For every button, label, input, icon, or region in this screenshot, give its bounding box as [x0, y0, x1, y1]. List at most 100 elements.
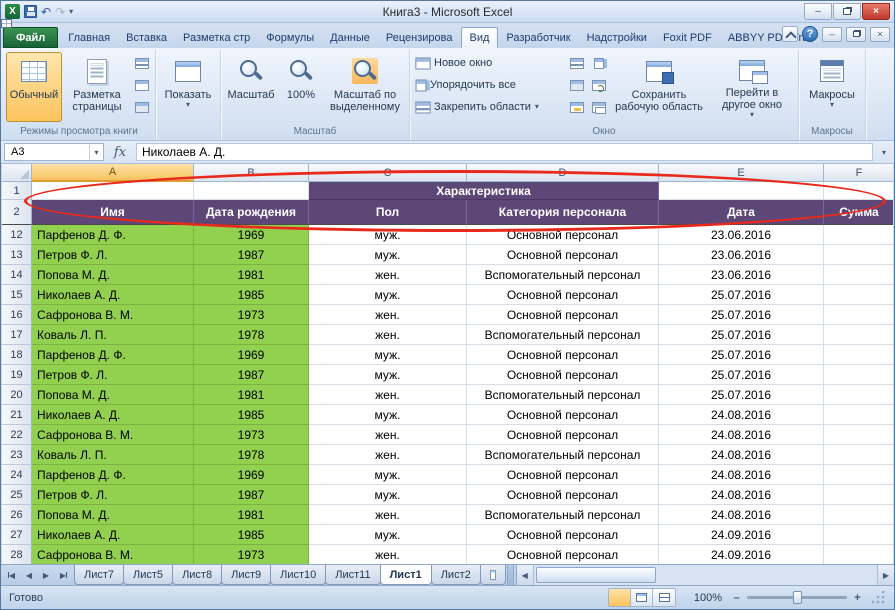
qat-customize-button[interactable]: ▾ [69, 7, 73, 16]
header-birthdate[interactable]: Дата рождения [194, 200, 309, 225]
cell-category[interactable]: Вспомогательный персонал [467, 265, 659, 285]
row-header[interactable]: 1 [2, 182, 32, 200]
sheet-tab[interactable]: Лист5 [123, 565, 173, 585]
cell-sum[interactable] [824, 425, 893, 445]
column-header[interactable]: E [659, 164, 824, 182]
formula-input[interactable]: Николаев А. Д. [136, 143, 873, 161]
help-button[interactable]: ? [802, 26, 818, 42]
header-sex[interactable]: Пол [309, 200, 467, 225]
cell-date[interactable]: 24.08.2016 [659, 405, 824, 425]
full-screen-button[interactable] [132, 98, 152, 117]
cell-sum[interactable] [824, 385, 893, 405]
cell-sum[interactable] [824, 325, 893, 345]
cell-year[interactable]: 1985 [194, 405, 309, 425]
cell-category[interactable]: Основной персонал [467, 425, 659, 445]
page-layout-shortcut[interactable] [631, 589, 653, 606]
split-button[interactable] [567, 54, 587, 73]
cell-date[interactable]: 25.07.2016 [659, 285, 824, 305]
unhide-window-button[interactable] [567, 98, 587, 117]
last-sheet-button[interactable]: ▶ [55, 567, 71, 583]
cell-category[interactable]: Основной персонал [467, 405, 659, 425]
cell-year[interactable]: 1981 [194, 265, 309, 285]
row-header[interactable]: 12 [2, 225, 32, 245]
row-header[interactable]: 2 [2, 200, 32, 225]
scroll-track[interactable] [534, 565, 877, 585]
column-header[interactable]: D [467, 164, 659, 182]
cell-date[interactable]: 24.08.2016 [659, 505, 824, 525]
workbook-restore-button[interactable] [846, 27, 866, 42]
scroll-thumb[interactable] [536, 567, 656, 583]
cell-date[interactable]: 23.06.2016 [659, 245, 824, 265]
view-side-by-side-button[interactable] [589, 54, 609, 73]
cell-sex[interactable]: муж. [309, 365, 467, 385]
cell-name[interactable]: Коваль Л. П. [32, 325, 194, 345]
first-sheet-button[interactable]: ◀ [4, 567, 20, 583]
workbook-minimize-button[interactable]: – [822, 27, 842, 42]
cell-date[interactable]: 24.08.2016 [659, 445, 824, 465]
cell-category[interactable]: Вспомогательный персонал [467, 325, 659, 345]
cell-category[interactable]: Основной персонал [467, 465, 659, 485]
cell-year[interactable]: 1985 [194, 525, 309, 545]
cell-name[interactable]: Сафронова В. М. [32, 545, 194, 564]
merged-header-characteristic[interactable]: Характеристика [309, 182, 659, 200]
macros-button[interactable]: Макросы ▾ [802, 52, 862, 122]
cell-a1[interactable] [32, 182, 194, 200]
cell-year[interactable]: 1969 [194, 225, 309, 245]
sheet-tab[interactable]: Лист1 [380, 565, 432, 585]
zoom-in-button[interactable]: + [851, 592, 864, 604]
cell-sex[interactable]: жен. [309, 385, 467, 405]
cell-e1[interactable] [659, 182, 824, 200]
cell-date[interactable]: 25.07.2016 [659, 345, 824, 365]
cell-sum[interactable] [824, 485, 893, 505]
sheet-tab[interactable]: Лист7 [74, 565, 124, 585]
cell-year[interactable]: 1987 [194, 485, 309, 505]
cell-sum[interactable] [824, 245, 893, 265]
minimize-button[interactable]: – [804, 3, 832, 20]
cell-sum[interactable] [824, 345, 893, 365]
cell-date[interactable]: 24.09.2016 [659, 545, 824, 564]
save-icon[interactable] [24, 5, 37, 18]
sheet-tab[interactable]: Лист2 [431, 565, 481, 585]
cell-sex[interactable]: жен. [309, 445, 467, 465]
cell-name[interactable]: Попова М. Д. [32, 505, 194, 525]
sheet-tab[interactable]: Лист10 [270, 565, 326, 585]
cell-year[interactable]: 1987 [194, 245, 309, 265]
ribbon-tab[interactable]: Рецензирова [378, 27, 461, 48]
custom-views-button[interactable] [132, 76, 152, 95]
cell-category[interactable]: Основной персонал [467, 545, 659, 564]
cell-category[interactable]: Основной персонал [467, 365, 659, 385]
page-break-preview-button[interactable] [132, 54, 152, 73]
ribbon-tab[interactable]: Данные [322, 27, 378, 48]
row-header[interactable]: 23 [2, 445, 32, 465]
cell-date[interactable]: 25.07.2016 [659, 385, 824, 405]
zoom-100-button[interactable]: 100% [280, 52, 322, 122]
cell-date[interactable]: 24.08.2016 [659, 425, 824, 445]
sheet-tab[interactable]: Лист9 [221, 565, 271, 585]
close-button[interactable]: × [862, 3, 890, 20]
header-date[interactable]: Дата [659, 200, 824, 225]
cell-sum[interactable] [824, 365, 893, 385]
row-header[interactable]: 26 [2, 505, 32, 525]
column-header[interactable]: A [32, 164, 194, 182]
synchronous-scrolling-button[interactable] [589, 76, 609, 95]
cell-year[interactable]: 1973 [194, 545, 309, 564]
cell-date[interactable]: 25.07.2016 [659, 325, 824, 345]
cell-name[interactable]: Петров Ф. Л. [32, 245, 194, 265]
cell-name[interactable]: Коваль Л. П. [32, 445, 194, 465]
cell-f1[interactable] [824, 182, 893, 200]
cell-sex[interactable]: жен. [309, 545, 467, 564]
cell-year[interactable]: 1985 [194, 285, 309, 305]
cell-year[interactable]: 1978 [194, 445, 309, 465]
cell-category[interactable]: Основной персонал [467, 525, 659, 545]
insert-sheet-button[interactable] [480, 565, 506, 585]
cell-category[interactable]: Основной персонал [467, 225, 659, 245]
save-workspace-button[interactable]: Сохранить рабочую область [611, 52, 707, 122]
cell-sum[interactable] [824, 545, 893, 564]
cell-name[interactable]: Николаев А. Д. [32, 285, 194, 305]
cell-name[interactable]: Сафронова В. М. [32, 305, 194, 325]
cell-sum[interactable] [824, 465, 893, 485]
restore-button[interactable] [833, 3, 861, 20]
name-box-dropdown-icon[interactable]: ▾ [89, 144, 103, 160]
sheet-tab[interactable]: Лист11 [325, 565, 380, 585]
cell-year[interactable]: 1981 [194, 385, 309, 405]
